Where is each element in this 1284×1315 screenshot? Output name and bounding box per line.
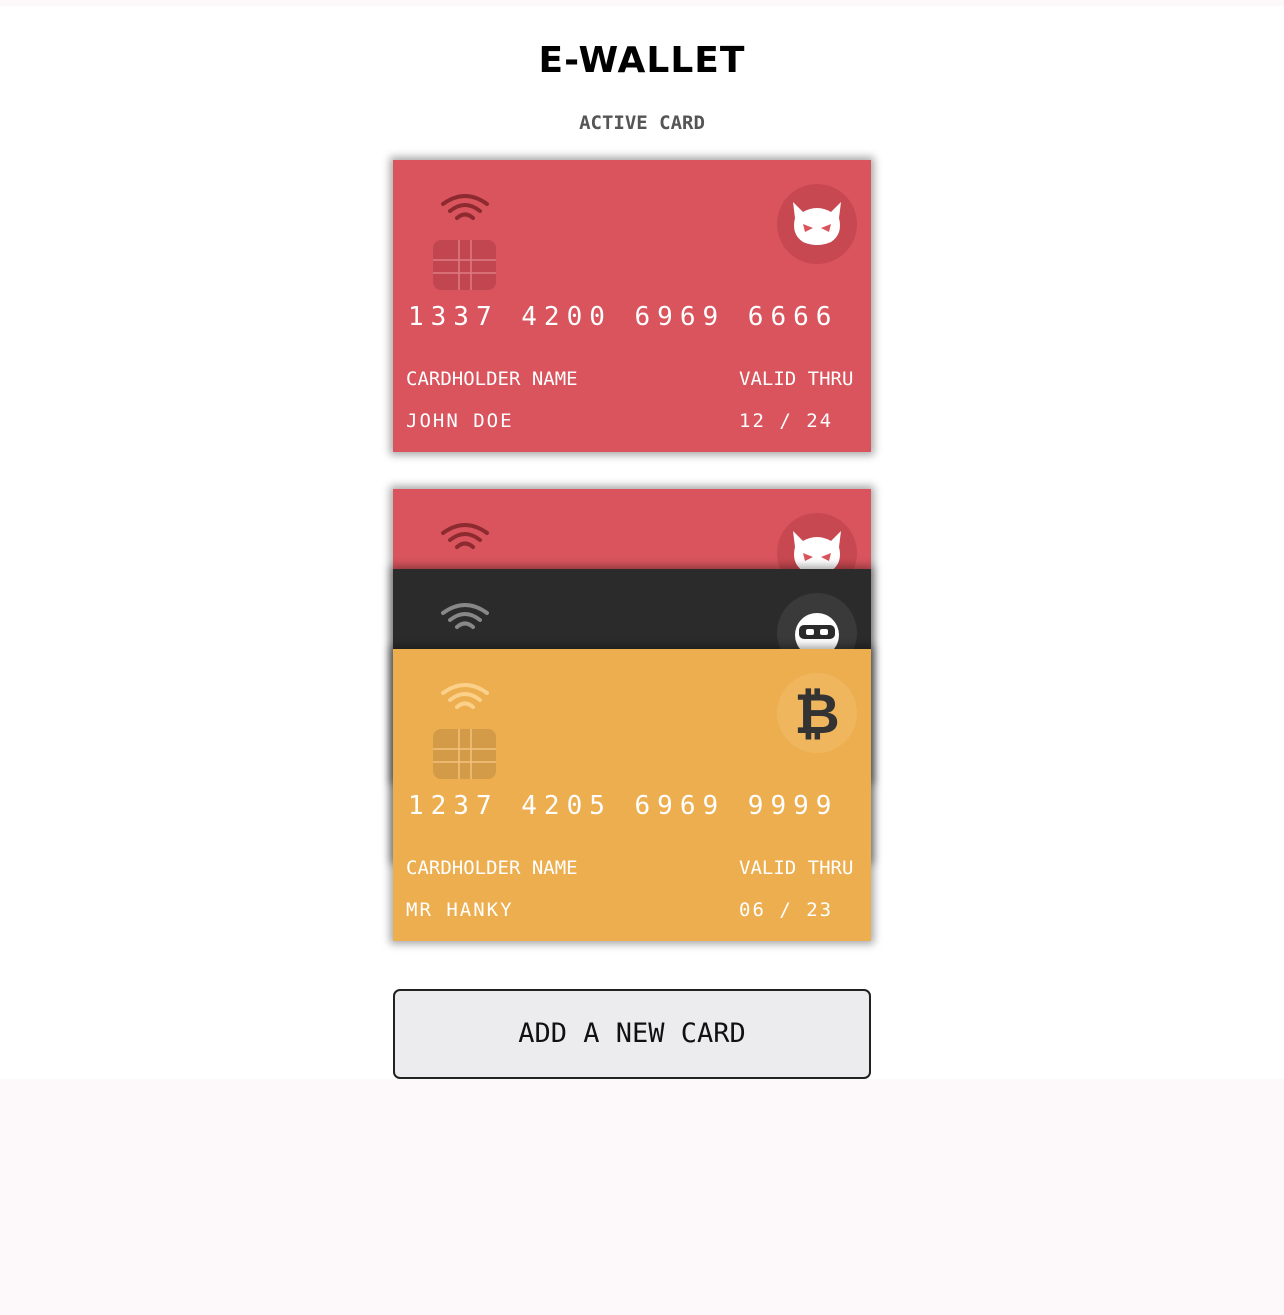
valid-thru-date: 06 / 23	[739, 899, 834, 921]
cardholder-name: JOHN DOE	[406, 410, 514, 432]
valid-thru-date: 12 / 24	[739, 410, 834, 432]
contactless-icon	[441, 603, 489, 629]
contactless-icon	[441, 683, 489, 709]
active-card-heading: ACTIVE CARD	[579, 112, 705, 134]
contactless-icon	[441, 523, 489, 549]
bitcoin-logo: ₿	[777, 673, 857, 753]
cardholder-label: CARDHOLDER NAME	[406, 857, 578, 879]
card-number: 1237 4205 6969 9999	[408, 791, 839, 821]
devil-icon	[793, 202, 841, 245]
add-card-button[interactable]: ADD A NEW CARD	[393, 989, 871, 1079]
valid-thru-label: VALID THRU	[739, 857, 854, 879]
stack-card-yellow[interactable]: ₿ 1237 4205 6969 9999 CARDHOLDER NAME VA…	[393, 649, 871, 941]
contactless-icon	[441, 194, 489, 220]
chip-icon	[433, 240, 496, 290]
page-title: E-WALLET	[538, 40, 746, 81]
bitcoin-icon: ₿	[794, 682, 840, 747]
chip-icon	[433, 729, 496, 779]
cardholder-label: CARDHOLDER NAME	[406, 368, 578, 390]
devil-logo	[777, 184, 857, 264]
svg-text:₿: ₿	[794, 682, 840, 747]
active-card[interactable]: 1337 4200 6969 6666 CARDHOLDER NAME VALI…	[393, 160, 871, 452]
valid-thru-label: VALID THRU	[739, 368, 854, 390]
cardholder-name: MR HANKY	[406, 899, 514, 921]
card-number: 1337 4200 6969 6666	[408, 302, 839, 332]
